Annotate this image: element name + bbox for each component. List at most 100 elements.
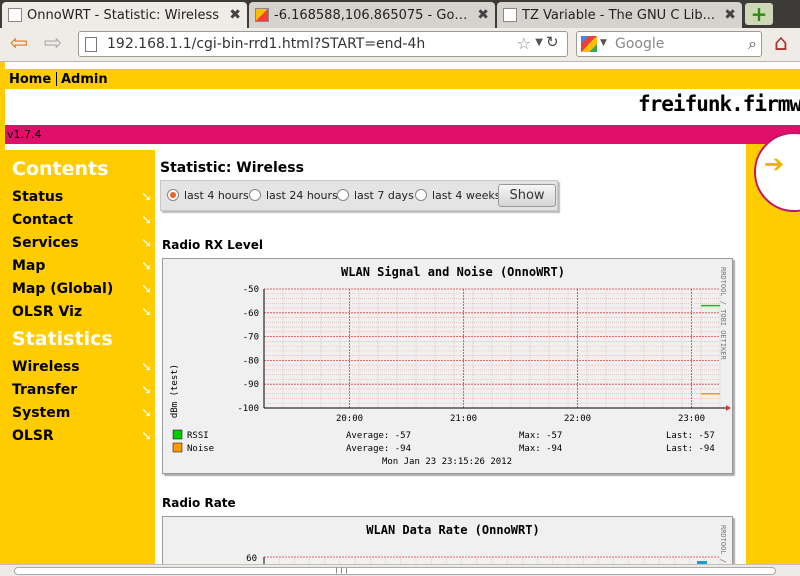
- search-input[interactable]: Google: [615, 36, 664, 52]
- scrollbar-grip: ❙❙❙: [334, 567, 350, 574]
- x-tick-labels: 20:00 21:00 22:00 23:00: [336, 414, 705, 424]
- close-icon[interactable]: ✖: [724, 7, 736, 23]
- section-title-rate: Radio Rate: [162, 496, 236, 510]
- sidebar-item-label: Wireless: [12, 359, 80, 375]
- legend-last-noise: Last: -94: [666, 444, 715, 454]
- graph-data-rate: WLAN Data Rate (OnnoWRT) RRDTOOL / 60: [162, 516, 733, 564]
- sidebar-heading-contents: Contents: [12, 158, 109, 180]
- sidebar-item-olsr-viz[interactable]: OLSR Viz ➘: [12, 304, 152, 324]
- radio-label: last 24 hours: [266, 189, 338, 202]
- reload-icon[interactable]: ↻: [546, 33, 564, 55]
- section-title-rx: Radio RX Level: [162, 238, 263, 252]
- sidebar-item-label: Status: [12, 189, 64, 205]
- nav-separator: [56, 72, 57, 86]
- right-decoration: ➔: [746, 132, 800, 564]
- arrow-down-right-icon: ➘: [141, 406, 152, 421]
- chart-title: WLAN Data Rate (OnnoWRT): [366, 523, 539, 537]
- tab-label: TZ Variable - The GNU C Lib...: [522, 7, 716, 23]
- bookmark-star-icon[interactable]: ☆: [517, 34, 531, 53]
- legend-average-rssi: Average: -57: [346, 431, 411, 441]
- tab-tz-variable[interactable]: TZ Variable - The GNU C Lib... ✖: [497, 2, 742, 28]
- rx-chart: WLAN Signal and Noise (OnnoWRT) dBm (tes…: [170, 265, 731, 467]
- nav-admin-link[interactable]: Admin: [61, 72, 108, 87]
- new-tab-button[interactable]: +: [745, 3, 773, 25]
- sidebar-item-label: OLSR: [12, 428, 54, 444]
- sidebar-item-map[interactable]: Map ➘: [12, 258, 152, 278]
- web-page: Home Admin freifunk.firmware v1.7.4 ➔ Co…: [0, 62, 800, 564]
- page-icon: [8, 8, 22, 22]
- tab-google-maps[interactable]: -6.168588,106.865075 - Goo... ✖: [249, 2, 495, 28]
- radio-last-4-hours[interactable]: last 4 hours: [167, 189, 249, 202]
- arrow-down-right-icon: ➘: [141, 383, 152, 398]
- forward-icon[interactable]: ⇨: [40, 32, 66, 58]
- sidebar-item-label: Contact: [12, 212, 73, 228]
- arrow-down-right-icon: ➘: [141, 190, 152, 205]
- sidebar-item-olsr[interactable]: OLSR ➘: [12, 428, 152, 448]
- search-bar[interactable]: ▼ Google ⌕: [576, 31, 762, 57]
- main-content: Statistic: Wireless last 4 hours last 24…: [155, 144, 746, 564]
- close-icon[interactable]: ✖: [229, 7, 241, 23]
- radio-last-24-hours[interactable]: last 24 hours: [249, 189, 338, 202]
- page-icon: [85, 37, 97, 52]
- sidebar-item-status[interactable]: Status ➘: [12, 189, 152, 209]
- scrollbar-thumb[interactable]: [14, 567, 776, 575]
- arrow-down-right-icon: ➘: [141, 305, 152, 320]
- y-tick-label: -90: [243, 380, 259, 390]
- sidebar-item-label: System: [12, 405, 71, 421]
- sidebar-item-label: Map: [12, 258, 46, 274]
- x-tick-label: 21:00: [450, 414, 477, 424]
- tab-onnowrt[interactable]: OnnoWRT - Statistic: Wireless ✖: [2, 2, 247, 28]
- legend-swatch-noise: [172, 442, 183, 453]
- show-button[interactable]: Show: [498, 184, 556, 207]
- sidebar-item-system[interactable]: System ➘: [12, 405, 152, 425]
- google-icon[interactable]: [581, 36, 597, 52]
- chart-title: WLAN Signal and Noise (OnnoWRT): [341, 265, 565, 279]
- y-tick-label: 60: [246, 554, 257, 564]
- address-bar[interactable]: 192.168.1.1/cgi-bin-rrd1.html?START=end-…: [78, 31, 568, 57]
- tab-label: OnnoWRT - Statistic: Wireless: [27, 7, 220, 23]
- nav-home-link[interactable]: Home: [9, 72, 51, 87]
- data-series: [701, 304, 720, 395]
- sidebar-item-wireless[interactable]: Wireless ➘: [12, 359, 152, 379]
- radio-button[interactable]: [167, 189, 179, 201]
- chevron-down-icon[interactable]: ▼: [535, 37, 543, 48]
- sidebar-item-label: OLSR Viz: [12, 304, 83, 320]
- y-tick-label: -50: [243, 285, 259, 295]
- horizontal-scrollbar[interactable]: ❙❙❙: [0, 564, 800, 576]
- sidebar-item-transfer[interactable]: Transfer ➘: [12, 382, 152, 402]
- x-tick-label: 23:00: [678, 414, 705, 424]
- chevron-down-icon[interactable]: ▼: [600, 38, 607, 48]
- search-icon[interactable]: ⌕: [748, 34, 757, 54]
- page-title: Statistic: Wireless: [160, 160, 304, 176]
- y-tick-label: -100: [237, 404, 259, 414]
- arrow-down-right-icon: ➘: [141, 360, 152, 375]
- x-tick-label: 22:00: [564, 414, 591, 424]
- radio-button[interactable]: [249, 189, 261, 201]
- close-icon[interactable]: ✖: [477, 7, 489, 23]
- url-text[interactable]: 192.168.1.1/cgi-bin-rrd1.html?START=end-…: [107, 36, 425, 52]
- radio-button[interactable]: [415, 189, 427, 201]
- plot-grid: [263, 288, 731, 411]
- radio-last-4-weeks[interactable]: last 4 weeks: [415, 189, 500, 202]
- legend-average-noise: Average: -94: [346, 444, 411, 454]
- version-text: v1.7.4: [7, 128, 42, 141]
- sidebar-item-services[interactable]: Services ➘: [12, 235, 152, 255]
- arrow-right-icon: ➔: [764, 150, 785, 178]
- sidebar-item-map-global[interactable]: Map (Global) ➘: [12, 281, 152, 301]
- y-tick-label: -70: [243, 333, 259, 343]
- y-tick-label: -80: [243, 356, 259, 366]
- radio-label: last 7 days: [354, 189, 414, 202]
- x-axis-arrow: [726, 405, 731, 411]
- radio-last-7-days[interactable]: last 7 days: [337, 189, 414, 202]
- y-tick-labels: -50 -60 -70 -80 -90 -100: [237, 285, 259, 414]
- sidebar-item-contact[interactable]: Contact ➘: [12, 212, 152, 232]
- radio-label: last 4 hours: [184, 189, 249, 202]
- rate-chart: WLAN Data Rate (OnnoWRT) RRDTOOL / 60: [246, 523, 727, 564]
- home-icon[interactable]: ⌂: [768, 32, 794, 58]
- arrow-down-right-icon: ➘: [141, 282, 152, 297]
- graph-rx-level: WLAN Signal and Noise (OnnoWRT) dBm (tes…: [162, 258, 733, 474]
- arrow-down-right-icon: ➘: [141, 213, 152, 228]
- radio-button[interactable]: [337, 189, 349, 201]
- y-tick-label: -60: [243, 309, 259, 319]
- back-icon[interactable]: ⇦: [6, 32, 32, 58]
